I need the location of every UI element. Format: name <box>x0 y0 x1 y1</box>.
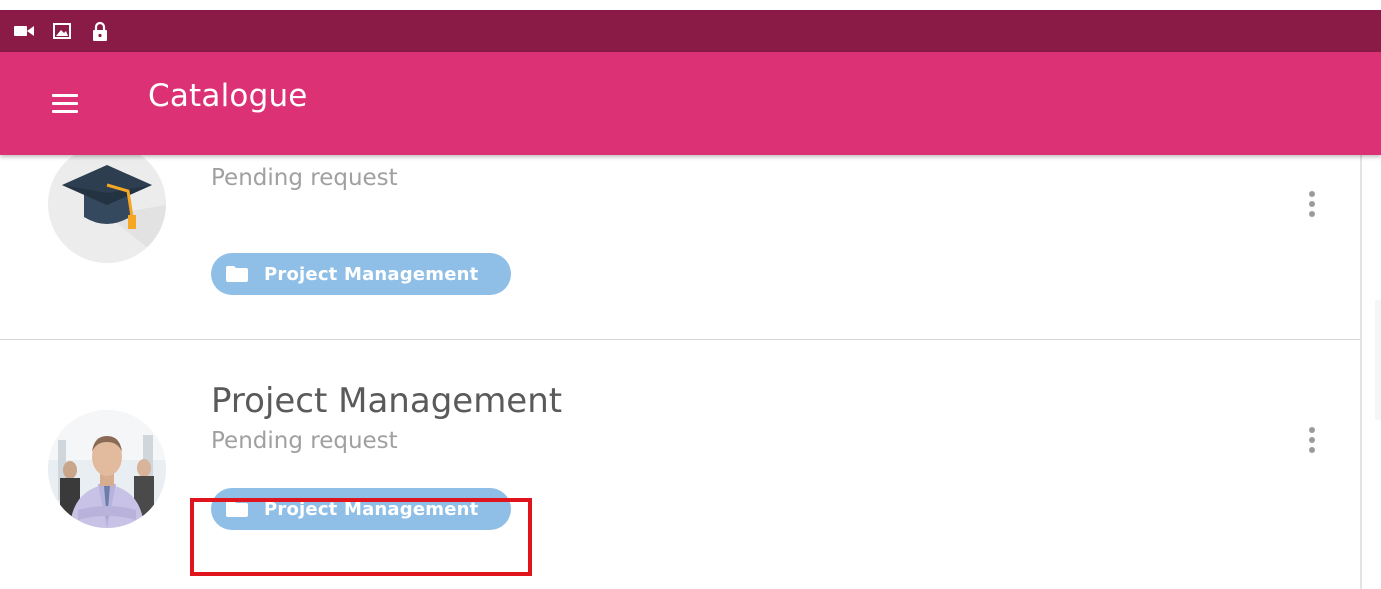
image-icon <box>52 21 72 41</box>
folder-icon <box>226 501 248 517</box>
scroll-divider <box>1360 155 1362 589</box>
more-options-icon[interactable] <box>1304 191 1320 227</box>
scrollbar[interactable] <box>1375 300 1381 420</box>
list-item[interactable]: Project Management Pending request Proje… <box>0 340 1360 589</box>
more-options-icon[interactable] <box>1304 427 1320 463</box>
category-chip[interactable]: Project Management <box>211 488 511 530</box>
page-title: Catalogue <box>148 78 308 114</box>
course-title: Project Management <box>211 381 563 421</box>
category-chip-label: Project Management <box>264 498 479 520</box>
graduation-cap-icon <box>48 155 166 263</box>
app-bar: Catalogue <box>0 52 1381 155</box>
list-item[interactable]: Pending request Project Management <box>0 155 1360 340</box>
lock-icon <box>90 21 110 41</box>
course-list: Pending request Project Management Proje… <box>0 155 1360 589</box>
businessman-photo <box>48 410 166 528</box>
folder-icon <box>226 266 248 282</box>
category-chip[interactable]: Project Management <box>211 253 511 295</box>
category-chip-label: Project Management <box>264 263 479 285</box>
course-status: Pending request <box>211 428 398 454</box>
course-status: Pending request <box>211 165 398 191</box>
status-bar <box>0 0 1381 52</box>
hamburger-menu-icon[interactable] <box>52 94 86 118</box>
video-camera-icon <box>14 21 34 41</box>
